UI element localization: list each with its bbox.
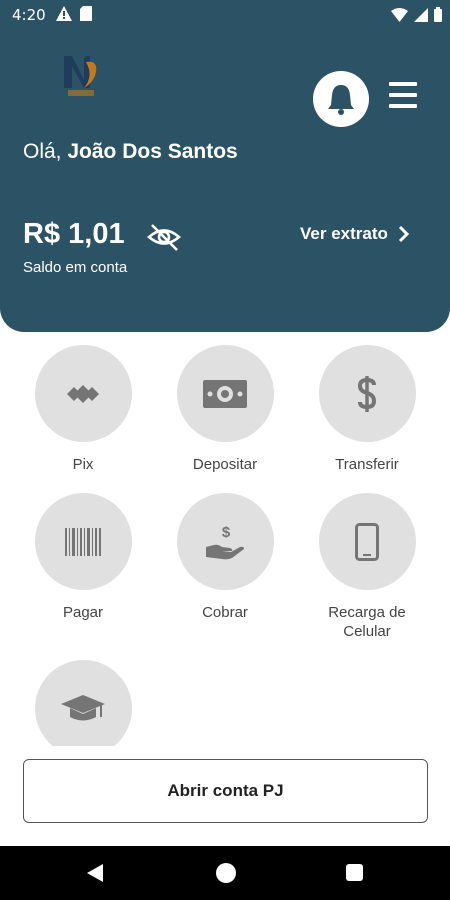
action-education-circle[interactable] <box>34 660 132 757</box>
action-pagar[interactable]: Pagar <box>23 493 143 622</box>
notifications-button[interactable] <box>313 71 369 127</box>
balance-value: R$ 1,01 <box>23 218 125 250</box>
bottom-sheet: Abrir conta PJ <box>0 746 450 846</box>
action-pix[interactable]: Pix <box>23 345 143 474</box>
chevron-right-icon <box>398 225 410 243</box>
action-depositar-label: Depositar <box>192 456 258 473</box>
status-time: 4:20 <box>12 6 46 24</box>
sd-card-icon <box>80 6 92 21</box>
status-bar: 4:20 <box>0 0 450 30</box>
svg-text:$: $ <box>222 524 231 541</box>
logo <box>60 52 102 100</box>
action-pagar-label: Pagar <box>62 604 104 621</box>
phone-icon <box>355 522 379 561</box>
action-education[interactable] <box>23 660 143 757</box>
menu-icon-bar <box>389 104 417 108</box>
hand-dollar-icon: $ <box>206 524 244 559</box>
open-pj-account-button[interactable]: Abrir conta PJ <box>23 759 428 823</box>
dollar-icon <box>357 375 377 412</box>
action-pagar-circle[interactable] <box>34 493 132 590</box>
balance-label: Saldo em conta <box>23 259 128 276</box>
action-recarga-circle[interactable] <box>318 493 416 590</box>
graduation-cap-icon <box>61 694 105 720</box>
action-recarga-label: Recarga de Celular <box>328 604 406 640</box>
action-cobrar[interactable]: $ Cobrar <box>165 493 285 622</box>
greeting: Olá, João Dos Santos <box>23 140 238 164</box>
action-recarga-celular[interactable]: Recarga de Celular <box>307 493 427 641</box>
action-cobrar-label: Cobrar <box>202 604 248 621</box>
menu-icon-bar <box>389 82 417 86</box>
action-pix-circle[interactable] <box>34 345 132 442</box>
menu-button[interactable] <box>389 82 417 108</box>
recents-icon[interactable] <box>346 864 363 881</box>
action-transferir-label: Transferir <box>335 456 399 473</box>
action-pix-label: Pix <box>72 456 94 473</box>
pix-icon <box>67 384 99 403</box>
wifi-icon <box>391 7 408 22</box>
barcode-icon <box>65 527 101 556</box>
action-transferir-circle[interactable] <box>318 345 416 442</box>
menu-icon-bar <box>389 93 417 97</box>
money-icon <box>203 379 247 408</box>
system-nav-bar <box>0 846 450 900</box>
back-icon[interactable] <box>86 863 104 883</box>
user-name: João Dos Santos <box>67 140 238 163</box>
signal-icon <box>414 7 428 22</box>
view-statement-label: Ver extrato <box>300 224 388 243</box>
action-depositar[interactable]: Depositar <box>165 345 285 474</box>
eye-off-icon <box>147 224 181 251</box>
action-transferir[interactable]: Transferir <box>307 345 427 474</box>
action-cobrar-circle[interactable]: $ <box>176 493 274 590</box>
battery-icon <box>434 7 442 22</box>
toggle-balance-visibility-button[interactable] <box>147 222 181 252</box>
account-header: Olá, João Dos Santos R$ 1,01 Saldo em co… <box>0 0 450 332</box>
greeting-prefix: Olá, <box>23 140 68 163</box>
home-icon[interactable] <box>216 863 236 883</box>
action-depositar-circle[interactable] <box>176 345 274 442</box>
warning-icon <box>56 6 72 21</box>
view-statement-link[interactable]: Ver extrato <box>300 224 410 244</box>
bell-icon <box>328 85 354 115</box>
